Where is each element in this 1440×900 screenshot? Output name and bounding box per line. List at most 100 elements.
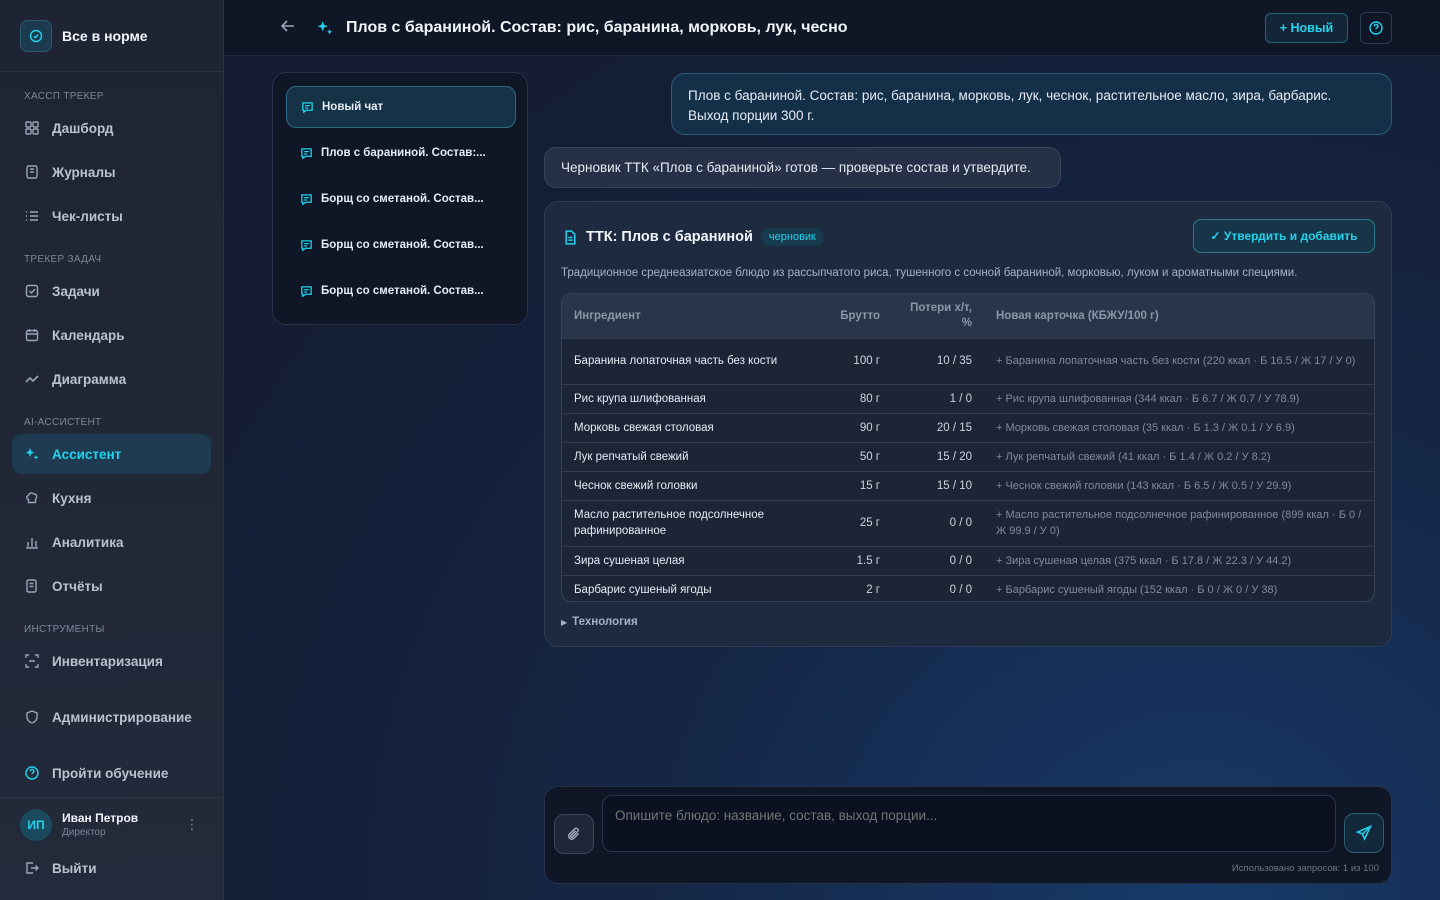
table-row: Лук репчатый свежий 50 г 15 / 20 + Лук р… [562,441,1374,471]
new-card-link[interactable]: + Баранина лопаточная часть без кости (2… [984,337,1374,384]
task-icon [24,283,40,299]
chat-history-list: Новый чат Плов с бараниной. Состав:... Б… [272,72,528,325]
sidebar-item-assistant[interactable]: Ассистент [12,434,211,474]
sidebar-item-kitchen[interactable]: Кухня [12,478,211,518]
sidebar-item-admin[interactable]: Администрирование [12,697,211,737]
sidebar-item-label: Пройти обучение [52,765,169,781]
checklist-icon [24,208,40,224]
report-icon [24,578,40,594]
chat-item[interactable]: Борщ со сметаной. Состав... [286,178,516,220]
chat-item-label: Плов с бараниной. Состав:... [321,147,486,159]
document-icon [563,229,578,245]
approve-button[interactable]: ✓ Утвердить и добавить [1193,219,1375,253]
table-row: Морковь свежая столовая 90 г 20 / 15 + М… [562,412,1374,442]
section-title-ai: AI-АССИСТЕНТ [24,417,102,428]
new-card-link[interactable]: + Барбарис сушеный ягоды (152 ккал · Б 0… [984,574,1374,601]
loss-percent: 1 / 0 [892,383,984,413]
logout-label: Выйти [52,860,97,876]
sidebar-item-analytics[interactable]: Аналитика [12,522,211,562]
sidebar-item-label: Инвентаризация [52,653,163,669]
chat-item[interactable]: Борщ со сметаной. Состав... [286,270,516,312]
ingredient-name: Чеснок свежий головки [562,470,812,500]
sidebar-item-label: Аналитика [52,534,124,550]
assistant-message: Черновик ТТК «Плов с бараниной» готов — … [544,147,1061,188]
ingredient-name: Масло растительное подсолнечное рафиниро… [562,499,812,546]
chat-item[interactable]: Борщ со сметаной. Состав... [286,224,516,266]
ingredient-name: Лук репчатый свежий [562,441,812,471]
user-message: Плов с бараниной. Состав: рис, баранина,… [671,73,1392,135]
user-profile[interactable]: ИП Иван Петров Директор ⋮ [0,797,223,851]
send-button[interactable] [1344,813,1384,853]
section-title-haccp: ХАССП ТРЕКЕР [24,91,104,102]
gross-weight: 100 г [812,337,892,384]
new-card-link[interactable]: + Рис крупа шлифованная (344 ккал · Б 6.… [984,383,1374,413]
sidebar: Все в норме ХАССП ТРЕКЕР Дашборд Журналы… [0,0,224,900]
chat-item-label: Новый чат [322,101,384,113]
new-card-link[interactable]: + Морковь свежая столовая (35 ккал · Б 1… [984,412,1374,442]
message-composer: Использовано запросов: 1 из 100 [544,786,1392,884]
scan-icon [24,653,40,669]
ingredient-name: Морковь свежая столовая [562,412,812,442]
message-input[interactable] [602,795,1336,852]
gross-weight: 2 г [812,574,892,601]
attach-button[interactable] [554,814,594,854]
more-vertical-icon[interactable]: ⋮ [185,816,199,833]
gross-weight: 15 г [812,470,892,500]
chat-bubble-icon [300,285,313,298]
logout-button[interactable]: Выйти [12,848,211,888]
sidebar-item-label: Кухня [52,490,92,506]
sidebar-item-checklists[interactable]: Чек-листы [12,196,211,236]
chat-bubble-icon [300,239,313,252]
sidebar-item-journals[interactable]: Журналы [12,152,211,192]
journal-icon [24,164,40,180]
sidebar-item-onboarding[interactable]: Пройти обучение [12,753,211,793]
sidebar-item-label: Календарь [52,327,125,343]
table-row: Рис крупа шлифованная 80 г 1 / 0 + Рис к… [562,383,1374,413]
sidebar-item-label: Отчёты [52,578,103,594]
table-row: Масло растительное подсолнечное рафиниро… [562,499,1374,546]
ttk-card: ТТК: Плов с бараниной черновик ✓ Утверди… [544,201,1392,647]
sidebar-item-inventory[interactable]: Инвентаризация [12,641,211,681]
table-row: Зира сушеная целая 1.5 г 0 / 0 + Зира су… [562,545,1374,575]
sidebar-item-label: Задачи [52,283,100,299]
avatar: ИП [20,808,52,841]
sidebar-item-label: Журналы [52,164,116,180]
technology-toggle[interactable]: ▶ Технология [561,616,638,628]
sidebar-item-reports[interactable]: Отчёты [12,566,211,606]
back-arrow-icon[interactable] [280,18,296,39]
ttk-description: Традиционное среднеазиатское блюдо из ра… [561,267,1298,279]
new-card-link[interactable]: + Зира сушеная целая (375 ккал · Б 17.8 … [984,545,1374,575]
sidebar-item-label: Чек-листы [52,208,123,224]
new-card-link[interactable]: + Масло растительное подсолнечное рафини… [984,499,1374,546]
new-card-link[interactable]: + Чеснок свежий головки (143 ккал · Б 6.… [984,470,1374,500]
sidebar-item-calendar[interactable]: Календарь [12,315,211,355]
paperclip-icon [567,827,580,840]
table-row: Баранина лопаточная часть без кости 100 … [562,337,1374,384]
chat-item[interactable]: Новый чат [286,86,516,128]
table-row: Чеснок свежий головки 15 г 15 / 10 + Чес… [562,470,1374,500]
loss-percent: 0 / 0 [892,574,984,601]
sparkle-icon [24,446,40,462]
sidebar-item-label: Дашборд [52,120,114,136]
gross-weight: 80 г [812,383,892,413]
sidebar-item-diagram[interactable]: Диаграмма [12,359,211,399]
gross-weight: 25 г [812,499,892,546]
help-button[interactable] [1360,12,1392,44]
chat-bubble-icon [300,193,313,206]
new-card-link[interactable]: + Лук репчатый свежий (41 ккал · Б 1.4 /… [984,441,1374,471]
send-icon [1356,825,1372,841]
sidebar-item-dashboard[interactable]: Дашборд [12,108,211,148]
ingredient-name: Барбарис сушеный ягоды [562,574,812,601]
table-header-row: Ингредиент Брутто Потери х/т, % Новая ка… [562,294,1374,338]
sidebar-item-tasks[interactable]: Задачи [12,271,211,311]
chart-line-icon [24,371,40,387]
new-chat-button[interactable]: + Новый [1265,13,1348,43]
status-header[interactable]: Все в норме [0,0,223,72]
loss-percent: 0 / 0 [892,545,984,575]
chat-item-label: Борщ со сметаной. Состав... [321,239,484,251]
chat-item[interactable]: Плов с бараниной. Состав:... [286,132,516,174]
loss-percent: 20 / 15 [892,412,984,442]
column-header: Ингредиент [574,309,641,322]
help-icon [1369,21,1383,35]
sparkle-icon [317,20,333,41]
